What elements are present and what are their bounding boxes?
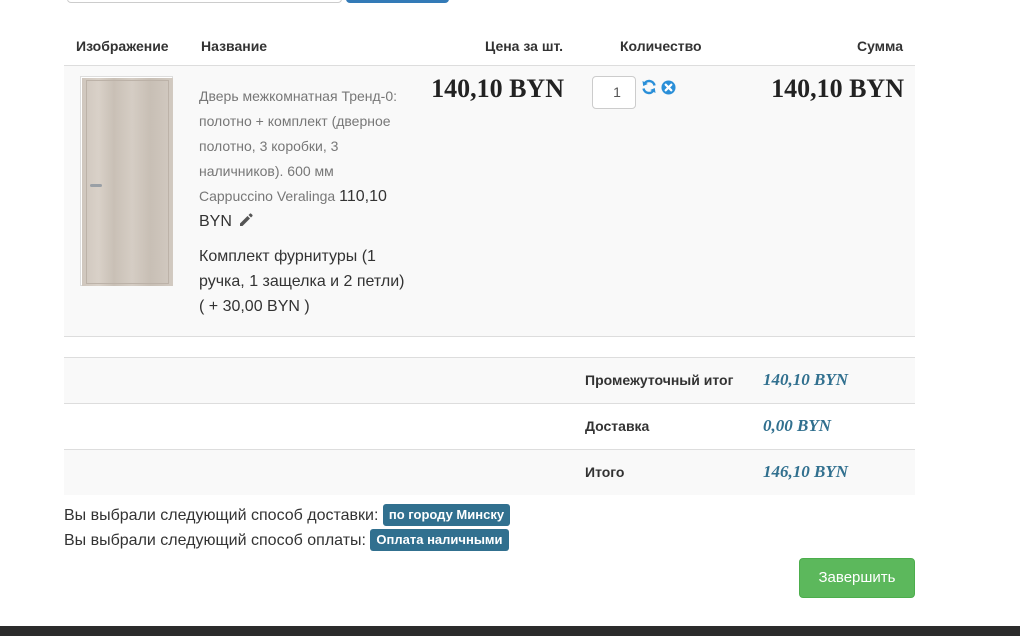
delivery-row: Доставка 0,00 BYN [64,403,915,449]
refresh-icon[interactable] [641,79,657,95]
payment-method-line: Вы выбрали следующий способ оплаты: Опла… [64,529,509,551]
search-button[interactable] [346,0,449,3]
total-value: 146,10 BYN [763,462,848,481]
delivery-label: Доставка [585,418,650,434]
pencil-icon[interactable] [238,212,254,228]
product-option: Комплект фурнитуры (1 ручка, 1 защелка и… [199,248,405,315]
door-image [82,78,173,286]
finish-button[interactable]: Завершить [799,558,915,598]
header-image: Изображение [76,38,169,54]
total-label: Итого [585,464,625,480]
header-quantity: Количество [620,38,702,54]
header-sum: Сумма [856,38,903,54]
subtotal-label: Промежуточный итог [585,372,734,388]
product-name-text[interactable]: Дверь межкомнатная Тренд-0: полотно + ко… [199,88,397,204]
unit-price: 140,10 BYN [431,74,564,103]
product-name[interactable]: Дверь межкомнатная Тренд-0: полотно + ко… [199,84,411,234]
row-total: 140,10 BYN [771,74,904,103]
door-frame [86,80,169,284]
table-header: Изображение Название Цена за шт. Количес… [64,30,915,66]
subtotal-row: Промежуточный итог 140,10 BYN [64,357,915,403]
door-handle [90,184,102,187]
header-name: Название [201,38,268,54]
delivery-method-text: Вы выбрали следующий способ доставки: [64,507,379,524]
delivery-method-badge: по городу Минску [382,504,511,526]
search-input[interactable] [67,0,342,3]
table-row: Дверь межкомнатная Тренд-0: полотно + ко… [64,66,915,337]
payment-method-badge: Оплата наличными [370,529,509,551]
payment-method-text: Вы выбрали следующий способ оплаты: [64,532,366,549]
header-unit-price: Цена за шт. [485,38,563,54]
product-info: Дверь межкомнатная Тренд-0: полотно + ко… [199,84,411,319]
quantity-input[interactable]: 1 [592,76,636,109]
product-image[interactable] [80,76,173,286]
footer-bar [0,626,1020,636]
delivery-method-line: Вы выбрали следующий способ доставки: по… [64,504,511,526]
delivery-value: 0,00 BYN [763,416,831,435]
total-row: Итого 146,10 BYN [64,449,915,495]
remove-icon[interactable] [661,80,676,95]
subtotal-value: 140,10 BYN [763,370,848,389]
